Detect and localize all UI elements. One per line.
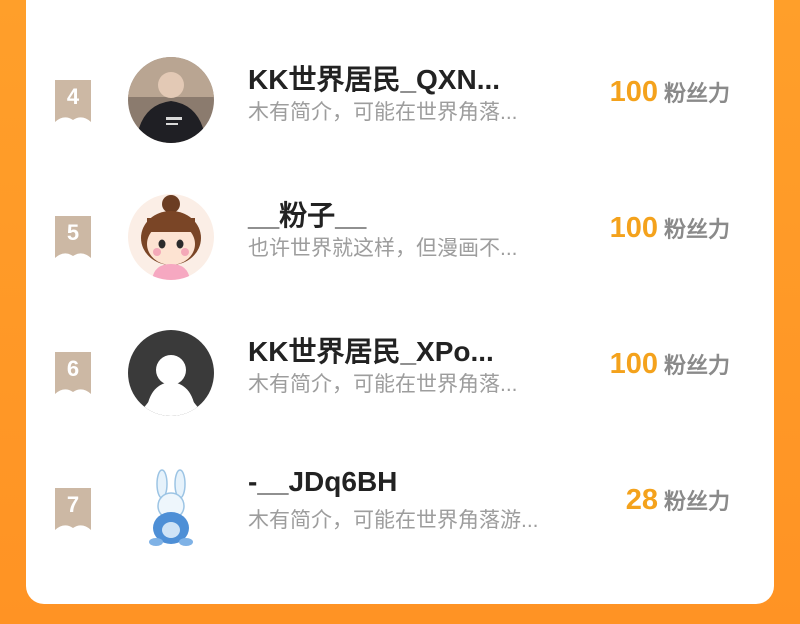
fan-power: 100 粉丝力 [610,212,730,245]
photo-avatar-dark-hoodie [128,57,214,143]
ranking-row-6[interactable]: 6 KK世界居民_XPo... 木有简介，可能在世界角落... 100 粉丝力 [0,322,800,422]
user-name[interactable]: KK世界居民_QXN... [248,58,548,98]
fan-power: 100 粉丝力 [610,348,730,381]
ranking-row-7[interactable]: 7 -__JDq6BH 木有简介，可能在世界角落游... 28 粉丝力 [0,458,800,558]
avatar[interactable] [128,330,214,416]
rank-number: 6 [66,356,80,381]
fan-unit-label: 粉丝力 [663,81,730,106]
avatar[interactable] [128,466,214,552]
ranking-row-4[interactable]: 4 KK世界居民_QXN... 木有简介，可能在世界角落... 100 粉丝力 [0,50,800,150]
rank-badge: 7 [53,488,93,532]
fan-unit-label: 粉丝力 [663,353,730,378]
fan-power: 100 粉丝力 [610,76,730,109]
user-name[interactable]: __粉子__ [248,194,548,234]
rank-badge: 6 [53,352,93,396]
ranking-row-5[interactable]: 5 __粉子__ 也许世界就这样，但漫画不... 100 粉丝力 [0,186,800,286]
fan-unit-label: 粉丝力 [663,217,730,242]
default-ghost-avatar [128,330,214,416]
rank-badge: 5 [53,216,93,260]
rank-number: 4 [66,84,80,109]
fan-unit-label: 粉丝力 [663,489,730,514]
fan-count: 100 [609,212,658,244]
fan-count: 100 [609,348,658,380]
user-name[interactable]: -__JDq6BH [248,466,548,498]
rank-number: 5 [66,220,80,245]
fan-count: 28 [625,484,658,516]
rank-number: 7 [66,492,80,517]
avatar[interactable] [128,57,214,143]
bunny-mascot-avatar [128,466,214,552]
user-bio: 木有简介，可能在世界角落游... [248,509,539,532]
fan-count: 100 [609,76,658,108]
user-bio: 也许世界就这样，但漫画不... [248,237,518,260]
avatar[interactable] [128,194,214,280]
fan-power: 28 粉丝力 [626,484,730,517]
user-bio: 木有简介，可能在世界角落... [248,373,518,396]
cartoon-girl-avatar [128,194,214,280]
user-bio: 木有简介，可能在世界角落... [248,101,518,124]
user-name[interactable]: KK世界居民_XPo... [248,330,548,370]
rank-badge: 4 [53,80,93,124]
